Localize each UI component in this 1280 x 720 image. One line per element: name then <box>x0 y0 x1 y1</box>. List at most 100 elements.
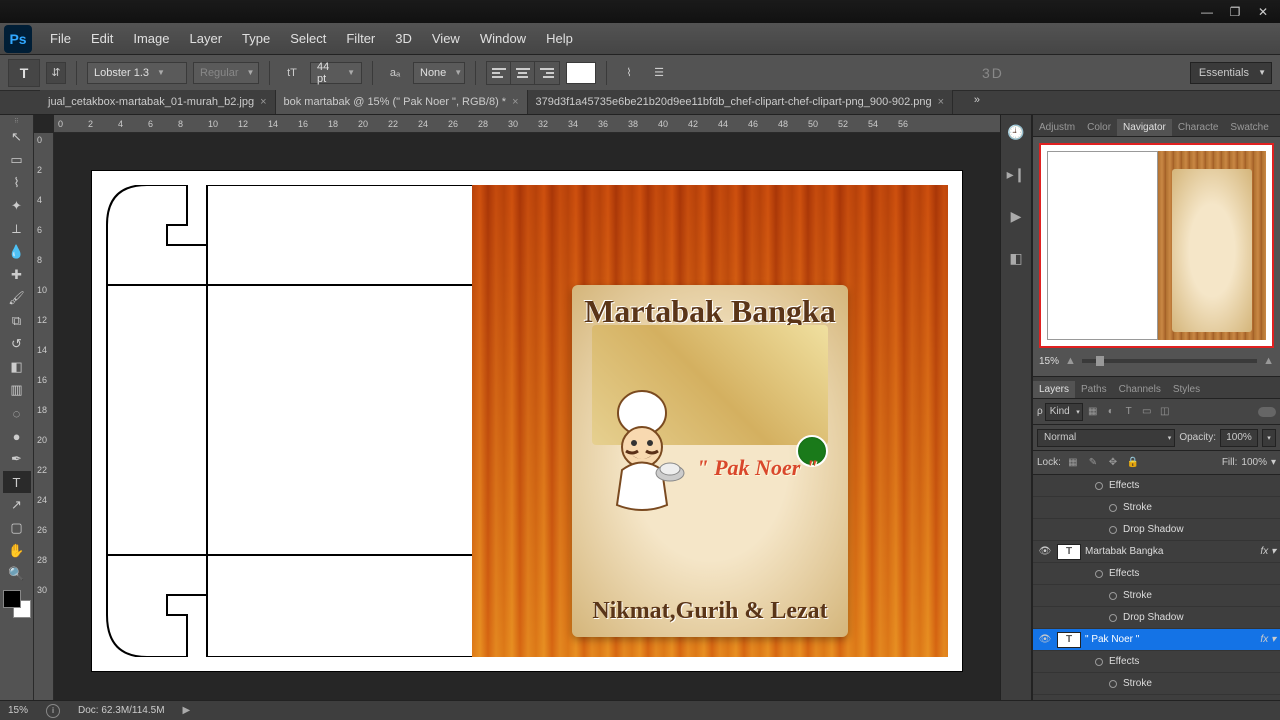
tab-close-icon[interactable]: × <box>512 96 518 108</box>
tab-close-icon[interactable]: × <box>260 96 266 108</box>
effect-visibility-icon[interactable] <box>1095 482 1103 490</box>
panel-tab-adjustm[interactable]: Adjustm <box>1033 119 1081 136</box>
tool-marquee[interactable]: ▭ <box>3 149 31 171</box>
status-info-icon[interactable]: i <box>46 704 60 718</box>
maximize-button[interactable]: ❐ <box>1222 3 1248 21</box>
layer-effect[interactable]: Stroke <box>1033 585 1280 607</box>
fill-input[interactable]: 100% <box>1241 457 1267 468</box>
menu-view[interactable]: View <box>422 27 470 50</box>
menu-file[interactable]: File <box>40 27 81 50</box>
warp-text-button[interactable]: ⌇ <box>617 62 641 84</box>
lock-transparency-icon[interactable]: ▦ <box>1065 455 1081 471</box>
tab-close-icon[interactable]: × <box>938 96 944 108</box>
actions-dock-icon[interactable]: ▸❙ <box>1005 163 1027 185</box>
filter-adjust-icon[interactable]: ◐ <box>1103 404 1119 420</box>
text-color-swatch[interactable] <box>566 62 596 84</box>
close-button[interactable]: ✕ <box>1250 3 1276 21</box>
layer-effect[interactable]: Stroke <box>1033 673 1280 695</box>
menu-filter[interactable]: Filter <box>336 27 385 50</box>
menu-image[interactable]: Image <box>123 27 179 50</box>
minimize-button[interactable]: — <box>1194 3 1220 21</box>
tool-eyedropper[interactable]: 💧 <box>3 241 31 263</box>
tool-spot-heal[interactable]: ✚ <box>3 264 31 286</box>
color-picker[interactable] <box>3 590 31 618</box>
lock-all-icon[interactable]: 🔒 <box>1125 455 1141 471</box>
align-center-button[interactable] <box>511 62 535 84</box>
text-orientation-toggle[interactable]: ⇵ <box>46 62 66 84</box>
layer-effect[interactable]: Stroke <box>1033 497 1280 519</box>
panel-tab-styles[interactable]: Styles <box>1167 381 1206 398</box>
canvas-area[interactable]: 0246810121416182022242628303234363840424… <box>34 115 1000 700</box>
menu-3d[interactable]: 3D <box>385 27 422 50</box>
menu-help[interactable]: Help <box>536 27 583 50</box>
effect-visibility-icon[interactable] <box>1095 570 1103 578</box>
zoom-slider[interactable] <box>1082 359 1257 363</box>
foreground-color[interactable] <box>3 590 21 608</box>
filter-pixel-icon[interactable]: ▦ <box>1085 404 1101 420</box>
status-play-icon[interactable]: ▶ <box>183 705 191 716</box>
tabs-overflow-button[interactable]: » <box>974 94 980 106</box>
tool-lasso[interactable]: ⌇ <box>3 172 31 194</box>
fx-indicator[interactable]: fx ▾ <box>1260 634 1276 645</box>
opacity-input[interactable]: 100% <box>1220 429 1258 447</box>
toolbox-grip[interactable]: ⠿ <box>0 117 33 125</box>
opacity-caret[interactable]: ▾ <box>1262 429 1276 447</box>
effect-visibility-icon[interactable] <box>1109 680 1117 688</box>
anti-alias-dropdown[interactable]: None▼ <box>413 62 465 84</box>
toggle-panels-button[interactable]: ☰ <box>647 62 671 84</box>
tool-history-brush[interactable]: ↺ <box>3 333 31 355</box>
align-left-button[interactable] <box>487 62 511 84</box>
tool-brush[interactable]: 🖌 <box>3 287 31 309</box>
tool-move[interactable]: ↖ <box>3 126 31 148</box>
zoom-out-icon[interactable]: ▲ <box>1065 355 1076 367</box>
3d-dock-icon[interactable]: ◧ <box>1005 247 1027 269</box>
visibility-toggle[interactable]: 👁 <box>1037 634 1053 645</box>
3d-mode-button[interactable]: 3D <box>982 65 1004 81</box>
tool-wand[interactable]: ✦ <box>3 195 31 217</box>
menu-window[interactable]: Window <box>470 27 536 50</box>
tool-hand[interactable]: ✋ <box>3 540 31 562</box>
status-zoom[interactable]: 15% <box>8 705 28 716</box>
menu-type[interactable]: Type <box>232 27 280 50</box>
panel-tab-channels[interactable]: Channels <box>1113 381 1167 398</box>
panel-tab-paths[interactable]: Paths <box>1075 381 1113 398</box>
visibility-toggle[interactable]: 👁 <box>1037 546 1053 557</box>
layer-effect[interactable]: Drop Shadow <box>1033 519 1280 541</box>
lock-position-icon[interactable]: ✥ <box>1105 455 1121 471</box>
document-canvas[interactable]: Martabak Bangka " Pak Noer " Nikmat,Guri… <box>92 171 962 671</box>
document-tab[interactable]: 379d3f1a45735e6be21b20d9ee11bfdb_chef-cl… <box>528 90 954 114</box>
layer-effect[interactable]: Effects <box>1033 651 1280 673</box>
layer-effect[interactable]: Gradient Overlay <box>1033 695 1280 700</box>
align-right-button[interactable] <box>535 62 559 84</box>
zoom-in-icon[interactable]: ▲ <box>1263 355 1274 367</box>
ruler-horizontal[interactable]: 0246810121416182022242628303234363840424… <box>54 115 1000 133</box>
filter-toggle-switch[interactable] <box>1258 407 1276 417</box>
lock-pixels-icon[interactable]: ✎ <box>1085 455 1101 471</box>
tool-eraser[interactable]: ◧ <box>3 356 31 378</box>
panel-tab-layers[interactable]: Layers <box>1033 381 1075 398</box>
panel-tab-swatche[interactable]: Swatche <box>1224 119 1274 136</box>
font-style-dropdown[interactable]: Regular▼ <box>193 62 259 84</box>
panel-tab-color[interactable]: Color <box>1081 119 1117 136</box>
fill-caret[interactable]: ▾ <box>1271 457 1276 468</box>
properties-dock-icon[interactable]: ▶ <box>1005 205 1027 227</box>
tool-type[interactable]: T <box>3 471 31 493</box>
filter-smart-icon[interactable]: ◫ <box>1157 404 1173 420</box>
tool-gradient[interactable]: ▥ <box>3 379 31 401</box>
workspace-switcher[interactable]: Essentials▼ <box>1190 62 1272 84</box>
tool-zoom[interactable]: 🔍 <box>3 563 31 585</box>
effect-visibility-icon[interactable] <box>1109 614 1117 622</box>
tool-rectangle[interactable]: ▢ <box>3 517 31 539</box>
document-tab[interactable]: bok martabak @ 15% (" Pak Noer ", RGB/8)… <box>276 90 528 114</box>
menu-edit[interactable]: Edit <box>81 27 123 50</box>
tool-blur[interactable]: ◌ <box>3 402 31 424</box>
tool-dodge[interactable]: ● <box>3 425 31 447</box>
layer-effect[interactable]: Drop Shadow <box>1033 607 1280 629</box>
tool-clone[interactable]: ⧉ <box>3 310 31 332</box>
panel-tab-navigator[interactable]: Navigator <box>1117 119 1172 136</box>
panel-tab-characte[interactable]: Characte <box>1172 119 1225 136</box>
blend-mode-dropdown[interactable]: Normal▾ <box>1037 429 1175 447</box>
filter-shape-icon[interactable]: ▭ <box>1139 404 1155 420</box>
current-tool-indicator[interactable]: T <box>8 59 40 87</box>
menu-layer[interactable]: Layer <box>180 27 233 50</box>
